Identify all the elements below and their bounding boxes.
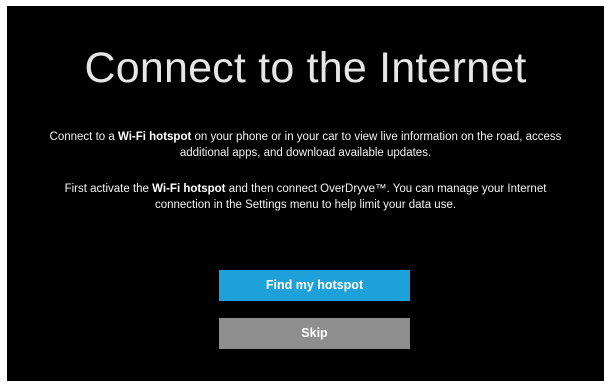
screenshot-frame: Connect to the Internet Connect to a Wi-… [0,0,613,388]
intro-text-start: Connect to a [49,131,118,143]
instructions-paragraph: First activate the Wi-Fi hotspot and the… [37,181,574,213]
intro-hotspot-emphasis: Wi-Fi hotspot [117,131,192,143]
find-hotspot-button[interactable]: Find my hotspot [219,270,410,301]
setup-screen: Connect to the Internet Connect to a Wi-… [7,6,604,381]
page-title: Connect to the Internet [84,44,527,92]
intro-paragraph: Connect to a Wi-Fi hotspot on your phone… [37,129,574,161]
skip-button[interactable]: Skip [219,318,410,349]
instructions-hotspot-emphasis: Wi-Fi hotspot [152,183,226,195]
instructions-text-start: First activate the [64,183,153,195]
intro-text-end: on your phone or in your car to view liv… [179,131,562,159]
